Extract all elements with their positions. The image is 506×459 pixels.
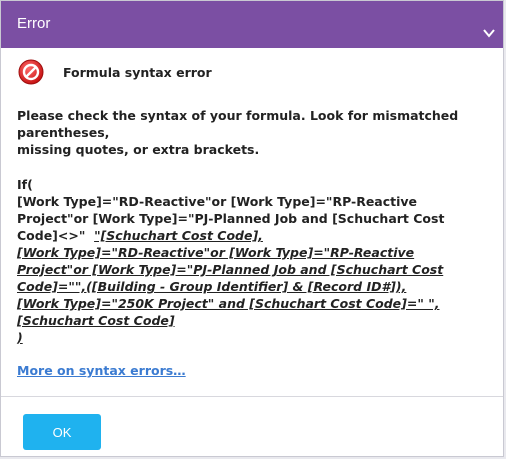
formula-error-segment: "[Schuchart Cost Code], <box>94 228 263 243</box>
footer-divider <box>1 396 503 397</box>
error-heading-text: Formula syntax error <box>63 65 212 80</box>
formula-line: Project"or [Work Type]="PJ-Planned Job a… <box>17 211 445 226</box>
formula-segment: Code]<>" <box>17 228 95 243</box>
ok-button[interactable]: OK <box>23 414 101 450</box>
formula-line: Code]<>" "[Schuchart Cost Code], <box>17 227 487 244</box>
syntax-errors-link[interactable]: More on syntax errors… <box>17 363 186 378</box>
error-stop-icon <box>18 59 44 85</box>
formula-error-line: [Work Type]="RD-Reactive"or [Work Type]=… <box>17 245 415 260</box>
formula-error-line: ) <box>17 330 23 345</box>
formula-error-line: [Schuchart Cost Code] <box>17 313 175 328</box>
formula-line: [Work Type]="RD-Reactive"or [Work Type]=… <box>17 194 418 209</box>
formula-error-line: Code]="",([Building - Group Identifier] … <box>17 279 407 294</box>
dialog-title: Error <box>17 15 51 32</box>
error-dialog: Error Formula syntax error Please check … <box>0 0 504 457</box>
error-message-line: Please check the syntax of your formula.… <box>17 108 459 140</box>
formula-error-line: Project"or [Work Type]="PJ-Planned Job a… <box>17 262 444 277</box>
formula-line: If( <box>17 177 33 192</box>
error-message: Please check the syntax of your formula.… <box>17 107 495 158</box>
chevron-down-icon[interactable] <box>481 25 497 41</box>
error-message-line: missing quotes, or extra brackets. <box>17 142 260 157</box>
formula-text: If( [Work Type]="RD-Reactive"or [Work Ty… <box>17 176 487 346</box>
error-heading: Formula syntax error <box>18 57 488 87</box>
formula-error-line: [Work Type]="250K Project" and [Schuchar… <box>17 296 440 311</box>
dialog-titlebar: Error <box>1 1 503 48</box>
